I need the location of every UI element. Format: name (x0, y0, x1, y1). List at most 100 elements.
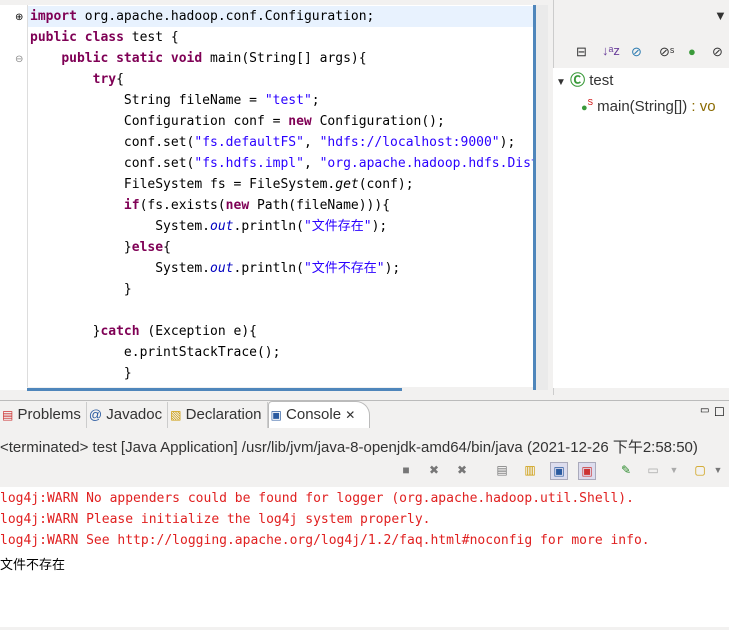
code-line: try{ (30, 69, 124, 90)
console-line: log4j:WARN Please initialize the log4j s… (0, 512, 431, 527)
code-area[interactable]: import org.apache.hadoop.conf.Configurat… (27, 5, 534, 387)
display-console-icon[interactable]: ▭ (645, 462, 661, 478)
tree-item-class[interactable]: ▼ Ⓒ test (556, 71, 613, 93)
code-token: "hdfs://localhost:9000" (319, 135, 500, 150)
expand-icon[interactable]: ⊕ (15, 12, 23, 23)
clear-console-icon[interactable]: ▤ (494, 462, 510, 478)
open-console-icon[interactable]: ▢ (692, 462, 708, 478)
code-line: conf.set("fs.defaultFS", "hdfs://localho… (30, 132, 515, 153)
code-editor: ⊕ ⊖ import org.apache.hadoop.conf.Config… (0, 0, 549, 395)
code-line: FileSystem fs = FileSystem.get(conf); (30, 174, 414, 195)
code-token: { (116, 72, 124, 87)
code-token: String fileName = (30, 93, 265, 108)
code-token: new (288, 114, 312, 129)
hide-fields-icon[interactable]: ⊘ (631, 44, 642, 60)
code-line: public class test { (30, 27, 179, 48)
code-token: ); (371, 219, 388, 234)
code-token: , (303, 135, 320, 150)
tab-console[interactable]: ▣ Console ✕ (267, 401, 371, 428)
hide-nonpublic-icon[interactable]: ● (688, 44, 696, 59)
code-token: void (170, 51, 203, 66)
code-line: import org.apache.hadoop.conf.Configurat… (30, 6, 374, 27)
collapse-all-icon[interactable]: ⊟ (576, 44, 587, 60)
pin-console-icon[interactable]: ✎ (618, 462, 634, 478)
code-token: Path(fileName))){ (249, 198, 391, 213)
expand-arrow-icon[interactable]: ▼ (556, 77, 566, 88)
code-token: get (335, 177, 359, 192)
minimize-icon[interactable]: ▭ (700, 405, 709, 416)
code-token: } (30, 240, 132, 255)
code-line: e.printStackTrace(); (30, 342, 281, 363)
code-token: .println( (233, 219, 304, 234)
code-line: }catch (Exception e){ (30, 321, 257, 342)
vertical-scrollbar[interactable] (536, 5, 548, 390)
code-token: static (116, 51, 164, 66)
code-token: new (225, 198, 250, 213)
close-icon[interactable]: ✕ (345, 408, 355, 422)
code-token: System. (30, 261, 211, 276)
open-console-dropdown-icon[interactable]: ▼ (710, 462, 726, 478)
code-token: "test" (264, 93, 312, 108)
declaration-icon: ▧ (170, 408, 182, 422)
code-token: org.apache.hadoop.conf.Configuration; (76, 9, 375, 24)
code-token: FileSystem fs = FileSystem. (30, 177, 336, 192)
bottom-tab-bar: ▤ Problems @ Javadoc ▧ Declaration ▣ Con… (0, 400, 729, 428)
code-token: } (30, 366, 132, 381)
horizontal-scrollbar[interactable] (27, 388, 402, 391)
code-line: public static void main(String[] args){ (30, 48, 367, 69)
code-token: } (30, 324, 101, 339)
class-icon: Ⓒ (570, 72, 586, 89)
code-token: public (30, 30, 77, 45)
terminate-icon[interactable]: ■ (398, 462, 414, 478)
code-token: public (61, 51, 109, 66)
code-token: else (131, 240, 164, 255)
tree-item-method[interactable]: ●S main(String[]) : vo (581, 93, 716, 118)
code-token: out (210, 219, 234, 234)
code-line: } (30, 279, 132, 300)
code-token: , (303, 156, 320, 171)
tab-declaration[interactable]: ▧ Declaration (168, 402, 268, 428)
console-output[interactable]: log4j:WARN No appenders could be found f… (0, 487, 729, 627)
code-line: String fileName = "test"; (30, 90, 320, 111)
code-token: (conf); (358, 177, 414, 192)
code-token: test { (123, 30, 179, 45)
show-on-error-icon[interactable]: ▣ (578, 462, 596, 480)
hide-static-icon[interactable]: ⊘ˢ (659, 44, 674, 60)
code-token: ); (499, 135, 516, 150)
code-token: "fs.hdfs.impl" (194, 156, 304, 171)
code-token: catch (100, 324, 140, 339)
remove-launch-icon[interactable]: ✖ (426, 462, 442, 478)
code-line: conf.set("fs.hdfs.impl", "org.apache.had… (30, 153, 534, 174)
code-token: class (84, 30, 124, 45)
outline-tree: ▼ Ⓒ test ●S main(String[]) : vo (553, 68, 729, 388)
code-token: e.printStackTrace(); (30, 345, 281, 360)
console-line: 文件不存在 (0, 558, 66, 573)
at-icon: @ (88, 407, 103, 422)
code-token: .println( (233, 261, 304, 276)
sort-icon[interactable]: ↓ᵃz (602, 43, 620, 58)
hide-local-types-icon[interactable]: ⊘ (712, 44, 723, 60)
code-line: System.out.println("文件不存在"); (30, 258, 400, 279)
code-token: if (123, 198, 140, 213)
show-on-output-icon[interactable]: ▣ (550, 462, 568, 480)
maximize-icon[interactable]: ☐ (714, 405, 725, 419)
view-menu-icon[interactable]: ▼ (714, 8, 727, 23)
code-token: (fs.exists( (139, 198, 226, 213)
code-token: conf.set( (30, 156, 195, 171)
code-token: "文件不存在" (303, 261, 385, 276)
code-token: { (163, 240, 171, 255)
display-dropdown-icon[interactable]: ▼ (666, 462, 682, 478)
remove-all-icon[interactable]: ✖ (454, 462, 470, 478)
code-token: (Exception e){ (139, 324, 257, 339)
collapse-icon[interactable]: ⊖ (15, 54, 23, 65)
console-header: <terminated> test [Java Application] /us… (0, 439, 698, 456)
tab-javadoc[interactable]: @ Javadoc (87, 402, 169, 428)
console-line: log4j:WARN No appenders could be found f… (0, 491, 634, 506)
tab-problems[interactable]: ▤ Problems (0, 402, 87, 428)
scroll-lock-icon[interactable]: ▥ (522, 462, 538, 478)
code-token: main(String[] args){ (202, 51, 367, 66)
